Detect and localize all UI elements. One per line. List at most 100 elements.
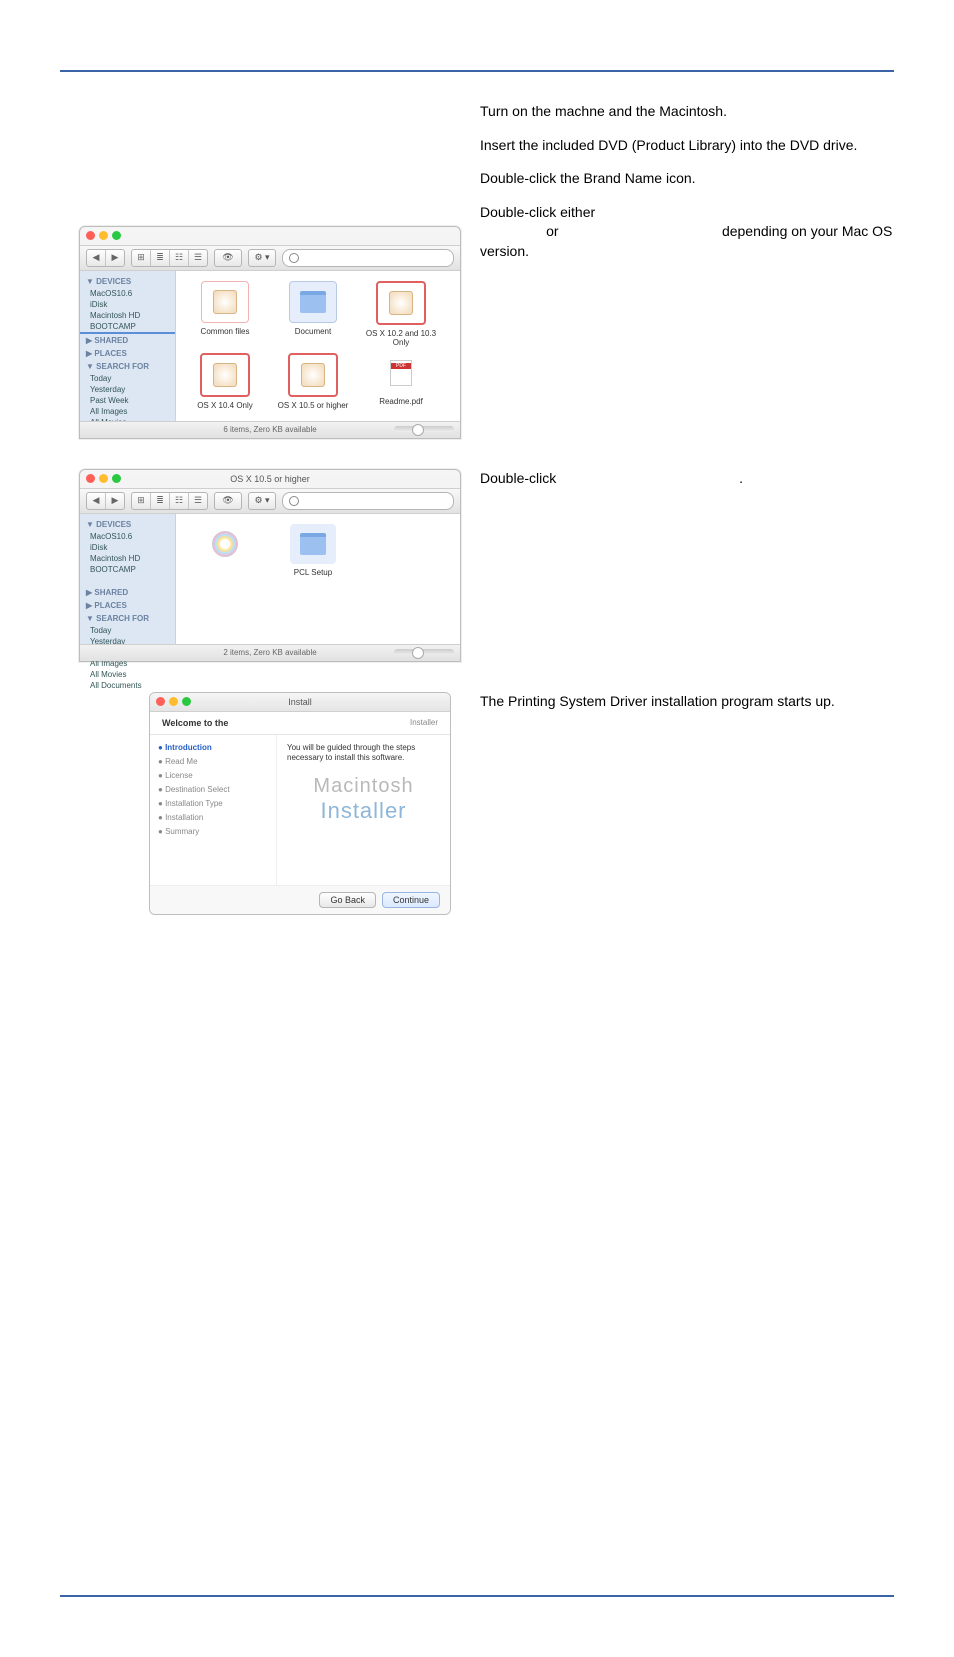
quicklook-button[interactable]: 👁 (214, 492, 242, 510)
splash-text-1: Macintosh (287, 775, 440, 798)
list-view-button[interactable]: ≣ (151, 493, 170, 509)
forward-button[interactable]: ▶ (106, 250, 124, 266)
finder-window-2: OS X 10.5 or higher ◀ ▶ ⊞ ≣ ☷ ☰ 👁 ⚙ ▾ (79, 469, 461, 662)
nav-buttons[interactable]: ◀ ▶ (86, 249, 125, 267)
file-item-highlighted[interactable]: OS X 10.5 or higher (274, 353, 352, 410)
places-header[interactable]: ▶ PLACES (80, 599, 175, 612)
continue-button[interactable]: Continue (382, 892, 440, 908)
step-installation: ● Installation (158, 813, 268, 822)
icon-size-slider[interactable] (394, 426, 454, 432)
package-icon (213, 363, 237, 387)
finder-toolbar: ◀ ▶ ⊞ ≣ ☷ ☰ 👁 ⚙ ▾ (80, 246, 460, 271)
step-summary: ● Summary (158, 827, 268, 836)
back-button[interactable]: ◀ (87, 493, 106, 509)
finder-toolbar: ◀ ▶ ⊞ ≣ ☷ ☰ 👁 ⚙ ▾ (80, 489, 460, 514)
titlebar[interactable]: Install (150, 693, 450, 712)
step-2-text: Insert the included DVD (Product Library… (480, 136, 894, 156)
searchfor-header[interactable]: ▼ SEARCH FOR (80, 360, 175, 373)
sidebar-item[interactable]: BOOTCAMP (80, 321, 175, 332)
sidebar-item[interactable]: All Movies (80, 669, 175, 680)
sidebar-item[interactable]: Yesterday (80, 384, 175, 395)
titlebar[interactable] (80, 227, 460, 246)
search-input[interactable] (282, 492, 454, 510)
view-switcher[interactable]: ⊞ ≣ ☷ ☰ (131, 249, 208, 267)
step-install-type: ● Installation Type (158, 799, 268, 808)
sidebar-item[interactable]: iDisk (80, 299, 175, 310)
sidebar-item[interactable]: Macintosh HD (80, 310, 175, 321)
step-1-text: Turn on the machne and the Macintosh. (480, 102, 894, 122)
sidebar-item[interactable]: Today (80, 625, 175, 636)
column-view-button[interactable]: ☷ (170, 250, 189, 266)
searchfor-header[interactable]: ▼ SEARCH FOR (80, 612, 175, 625)
file-label: PCL Setup (294, 568, 332, 577)
step-3-text: Double-click the Brand Name icon. (480, 169, 894, 189)
status-bar: 6 items, Zero KB available (80, 421, 460, 438)
file-label: OS X 10.2 and 10.3 Only (362, 329, 440, 347)
close-icon[interactable] (86, 231, 95, 240)
folder-icon (300, 533, 326, 555)
coverflow-view-button[interactable]: ☰ (189, 250, 207, 266)
sidebar-item[interactable]: All Documents (80, 680, 175, 691)
installer-message: You will be guided through the steps nec… (287, 743, 440, 764)
file-area: PCL Setup (176, 514, 460, 644)
sidebar-item[interactable]: Today (80, 373, 175, 384)
icon-view-button[interactable]: ⊞ (132, 250, 151, 266)
installer-header: Welcome to the Installer (150, 712, 450, 735)
sidebar-item[interactable]: BOOTCAMP (80, 564, 175, 575)
coverflow-view-button[interactable]: ☰ (189, 493, 207, 509)
action-menu[interactable]: ⚙ ▾ (248, 249, 276, 267)
nav-buttons[interactable]: ◀ ▶ (86, 492, 125, 510)
pdf-icon (390, 360, 412, 386)
file-item[interactable]: Readme.pdf (362, 353, 440, 410)
sidebar-item[interactable]: Macintosh HD (80, 553, 175, 564)
sidebar-item[interactable] (80, 575, 175, 586)
welcome-sub: Installer (410, 718, 438, 727)
file-label: Document (295, 327, 331, 336)
list-view-button[interactable]: ≣ (151, 250, 170, 266)
file-label: OS X 10.4 Only (197, 401, 253, 410)
window-title: OS X 10.5 or higher (80, 474, 460, 484)
step-license: ● License (158, 771, 268, 780)
go-back-button[interactable]: Go Back (319, 892, 376, 908)
file-item[interactable] (186, 524, 264, 577)
step-destination: ● Destination Select (158, 785, 268, 794)
welcome-text: Welcome to the (162, 718, 228, 728)
column-view-button[interactable]: ☷ (170, 493, 189, 509)
sidebar-item[interactable]: iDisk (80, 542, 175, 553)
finder-sidebar: ▼ DEVICES MacOS10.6 iDisk Macintosh HD B… (80, 514, 176, 644)
step-4-text: Double-click either or depending on your… (480, 203, 894, 262)
back-button[interactable]: ◀ (87, 250, 106, 266)
file-item[interactable]: Document (274, 281, 352, 347)
file-item[interactable]: Common files (186, 281, 264, 347)
devices-header[interactable]: ▼ DEVICES (80, 275, 175, 288)
quicklook-button[interactable]: 👁 (214, 249, 242, 267)
minimize-icon[interactable] (99, 231, 108, 240)
icon-size-slider[interactable] (394, 649, 454, 655)
package-icon (389, 291, 413, 315)
sidebar-item[interactable]: MacOS10.6 (80, 288, 175, 299)
file-item-highlighted[interactable]: OS X 10.2 and 10.3 Only (362, 281, 440, 347)
search-input[interactable] (282, 249, 454, 267)
sidebar-item[interactable]: Past Week (80, 395, 175, 406)
forward-button[interactable]: ▶ (106, 493, 124, 509)
sidebar-item[interactable]: MacOS10.6 (80, 531, 175, 542)
step-readme: ● Read Me (158, 757, 268, 766)
zoom-icon[interactable] (112, 231, 121, 240)
places-header[interactable]: ▶ PLACES (80, 347, 175, 360)
disc-icon (212, 531, 238, 557)
titlebar[interactable]: OS X 10.5 or higher (80, 470, 460, 489)
file-item[interactable]: PCL Setup (274, 524, 352, 577)
shared-header[interactable]: ▶ SHARED (80, 334, 175, 347)
shared-header[interactable]: ▶ SHARED (80, 586, 175, 599)
view-switcher[interactable]: ⊞ ≣ ☷ ☰ (131, 492, 208, 510)
action-menu[interactable]: ⚙ ▾ (248, 492, 276, 510)
icon-view-button[interactable]: ⊞ (132, 493, 151, 509)
step-introduction: ● Introduction (158, 743, 268, 752)
devices-header[interactable]: ▼ DEVICES (80, 518, 175, 531)
file-label: Common files (201, 327, 250, 336)
step-5-text: Double-click . (480, 469, 894, 489)
installer-steps: ● Introduction ● Read Me ● License ● Des… (150, 735, 277, 885)
step-6-text: The Printing System Driver installation … (480, 692, 894, 712)
sidebar-item[interactable]: All Images (80, 406, 175, 417)
file-item-highlighted[interactable]: OS X 10.4 Only (186, 353, 264, 410)
